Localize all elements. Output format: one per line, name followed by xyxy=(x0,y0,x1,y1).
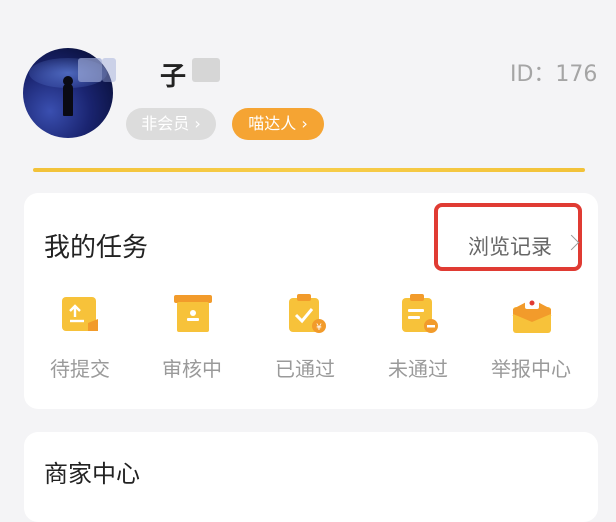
task-label: 未通过 xyxy=(388,357,448,381)
member-badge-label: 非会员 xyxy=(141,114,190,133)
task-approved[interactable]: ¥ 已通过 xyxy=(255,293,355,383)
card-title: 我的任务 xyxy=(44,233,149,263)
browse-history-link[interactable]: 浏览记录 xyxy=(468,231,552,261)
task-pending-submit[interactable]: 待提交 xyxy=(30,293,130,383)
task-label: 审核中 xyxy=(162,357,222,381)
name-redaction xyxy=(192,58,220,82)
task-report-center[interactable]: 举报中心 xyxy=(481,293,581,383)
my-tasks-card: 我的任务 浏览记录 待提交 审核中 ¥ 已通过 未通过 举报中心 xyxy=(24,193,598,409)
merchant-center-card: 商家中心 xyxy=(24,432,598,522)
card-title: 商家中心 xyxy=(44,460,140,488)
task-rejected[interactable]: 未通过 xyxy=(368,293,468,383)
chevron-right-icon: › xyxy=(189,114,201,133)
review-box-icon xyxy=(174,295,212,332)
task-under-review[interactable]: 审核中 xyxy=(142,293,242,383)
rejected-clipboard-icon xyxy=(402,294,438,333)
member-badge[interactable]: 非会员 › xyxy=(126,108,216,140)
approved-clipboard-icon: ¥ xyxy=(289,294,326,333)
avatar-figure xyxy=(63,84,73,116)
upload-doc-icon xyxy=(62,297,98,331)
report-envelope-icon xyxy=(512,297,552,333)
profile-header: 子 ID：176 非会员 › 喵达人 › xyxy=(0,0,616,180)
username: 子 xyxy=(160,62,189,92)
talent-badge[interactable]: 喵达人 › xyxy=(232,108,324,140)
name-redaction xyxy=(102,58,116,82)
user-id: ID：176 xyxy=(510,62,598,87)
name-redaction xyxy=(78,58,102,82)
divider xyxy=(33,168,585,172)
svg-text:¥: ¥ xyxy=(316,323,322,333)
talent-badge-label: 喵达人 xyxy=(248,114,297,133)
task-label: 举报中心 xyxy=(491,357,571,381)
task-label: 待提交 xyxy=(50,357,110,381)
chevron-right-icon: › xyxy=(296,114,308,133)
task-label: 已通过 xyxy=(275,357,335,381)
